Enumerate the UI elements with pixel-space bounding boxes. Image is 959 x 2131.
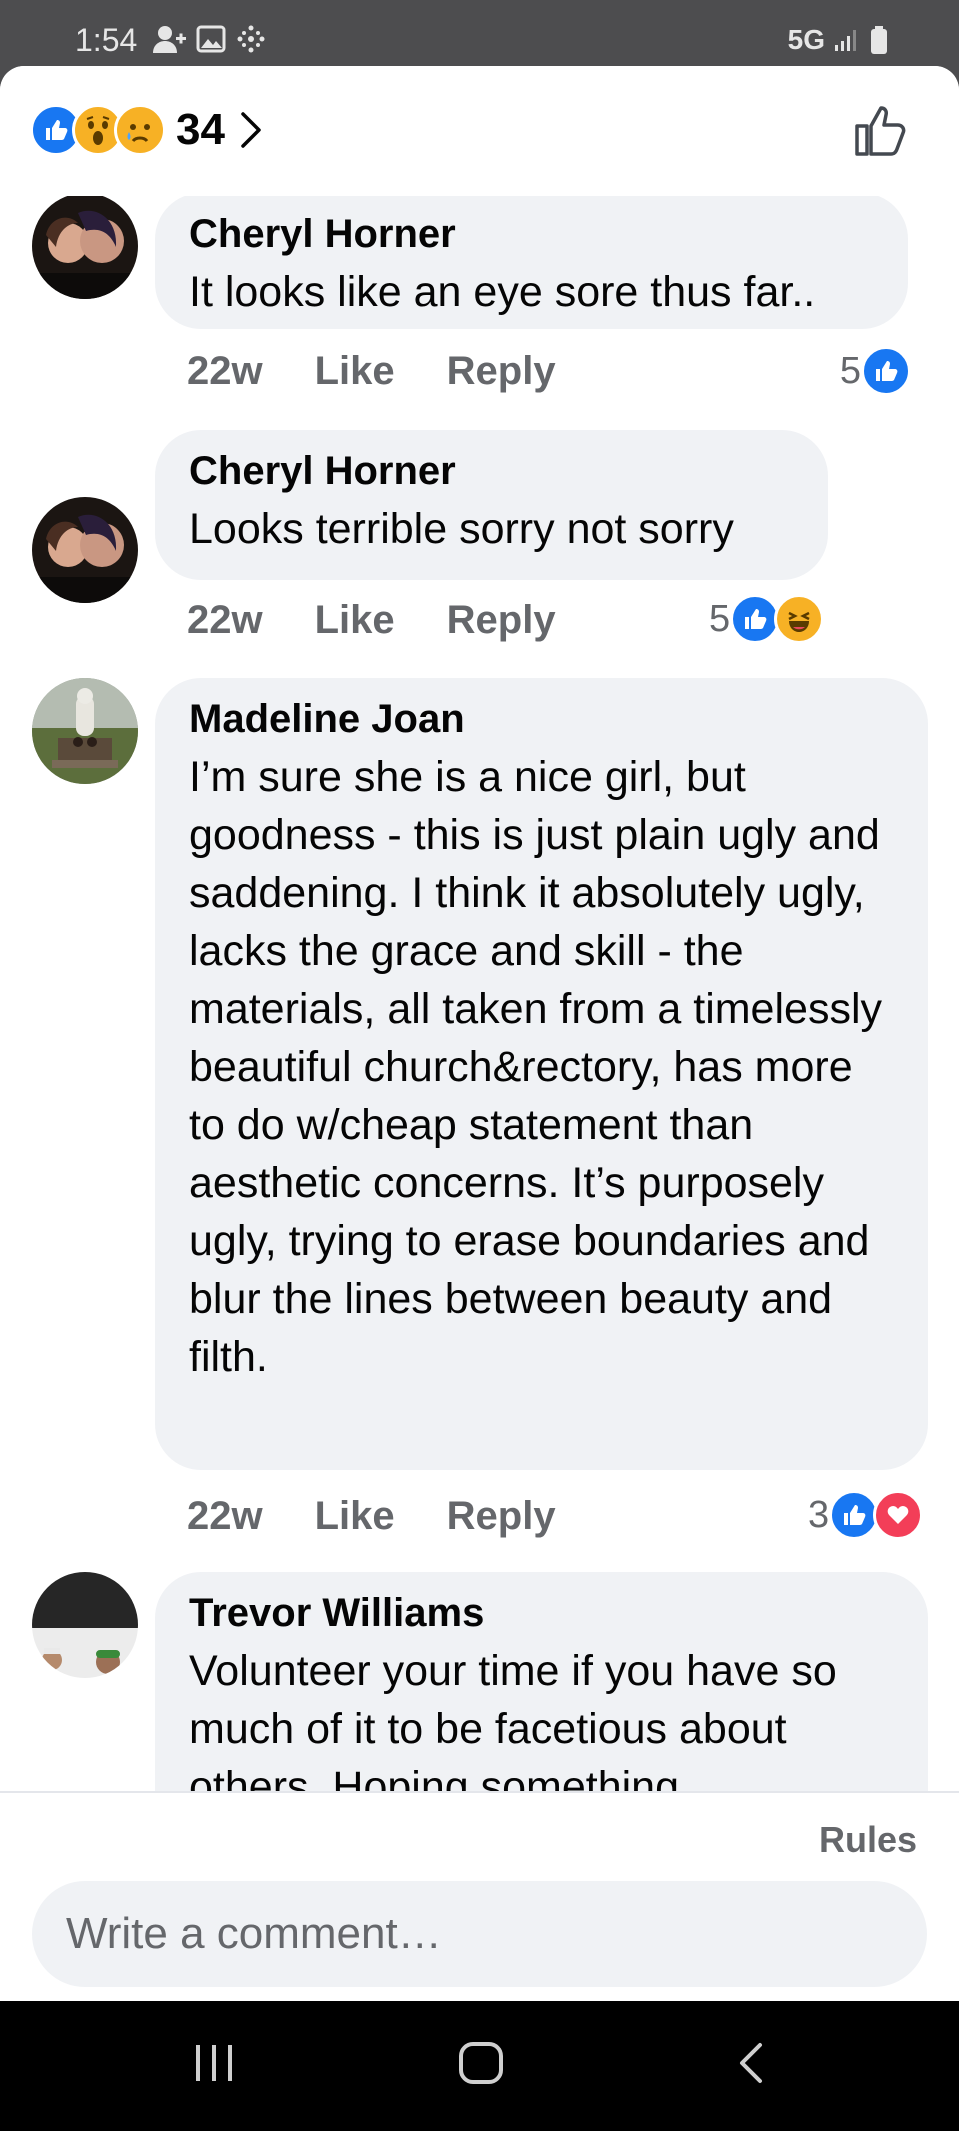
system-nav-bar xyxy=(0,2001,959,2131)
reply-link[interactable]: Reply xyxy=(447,1494,556,1539)
reaction-total: 34 xyxy=(176,105,225,154)
chevron-right-icon xyxy=(241,112,261,148)
avatar[interactable] xyxy=(32,193,138,299)
dots-grid-icon xyxy=(237,25,265,53)
reactions-summary[interactable]: 34 xyxy=(30,104,263,156)
comment-author[interactable]: Madeline Joan xyxy=(189,690,894,748)
comments-sheet: Cheryl Horner It looks like an eye sore … xyxy=(0,66,959,2001)
comment-author[interactable]: Cheryl Horner xyxy=(189,442,794,500)
comment-author[interactable]: Trevor Williams xyxy=(189,1584,894,1642)
avatar[interactable] xyxy=(32,678,138,784)
reply-link[interactable]: Reply xyxy=(447,598,556,643)
love-reaction-icon xyxy=(873,1490,924,1540)
comment-bubble[interactable]: Trevor Williams Volunteer your time if y… xyxy=(155,1572,928,1791)
reactions-header: 34 xyxy=(0,66,959,196)
comment-bubble[interactable]: Madeline Joan I’m sure she is a nice gir… xyxy=(155,678,928,1470)
reaction-count: 5 xyxy=(839,349,861,392)
comment-actions: 22w Like Reply xyxy=(187,349,556,394)
like-reaction-icon xyxy=(829,1490,880,1540)
comment-reactions[interactable]: 5 xyxy=(709,594,825,644)
like-link[interactable]: Like xyxy=(315,598,395,643)
comment-time[interactable]: 22w xyxy=(187,598,263,643)
signal-icon xyxy=(835,30,856,51)
home-icon xyxy=(459,2042,503,2084)
comment-text: Volunteer your time if you have so much … xyxy=(189,1647,837,1791)
like-link[interactable]: Like xyxy=(315,1494,395,1539)
battery-icon xyxy=(871,26,887,54)
status-bar: 1:54 5G xyxy=(0,0,959,66)
status-time: 1:54 xyxy=(75,22,138,58)
comment-actions: 22w Like Reply xyxy=(187,1494,556,1539)
reply-link[interactable]: Reply xyxy=(447,349,556,394)
comment-text: I’m sure she is a nice girl, but goodnes… xyxy=(189,753,882,1381)
like-reaction-icon xyxy=(861,346,911,396)
home-button[interactable] xyxy=(458,2041,504,2090)
thumbs-up-icon xyxy=(855,106,906,156)
status-right: 5G xyxy=(788,24,889,56)
gallery-icon xyxy=(196,25,226,53)
comment-input[interactable] xyxy=(32,1881,927,1987)
reaction-count: 3 xyxy=(808,1493,830,1536)
comment-time[interactable]: 22w xyxy=(187,1494,263,1539)
comments-list[interactable]: Cheryl Horner It looks like an eye sore … xyxy=(0,66,959,1791)
comment-author[interactable]: Cheryl Horner xyxy=(189,205,874,263)
comment-bubble[interactable]: Cheryl Horner It looks like an eye sore … xyxy=(155,193,908,329)
comment-bubble[interactable]: Cheryl Horner Looks terrible sorry not s… xyxy=(155,430,828,580)
back-button[interactable] xyxy=(736,2041,766,2090)
avatar[interactable] xyxy=(32,497,138,603)
comment-time[interactable]: 22w xyxy=(187,349,263,394)
recent-apps-button[interactable] xyxy=(192,2041,236,2090)
like-link[interactable]: Like xyxy=(315,349,395,394)
like-post-button[interactable] xyxy=(853,102,909,163)
comment-text: It looks like an eye sore thus far.. xyxy=(189,268,816,316)
haha-reaction-icon xyxy=(774,594,825,644)
add-person-icon xyxy=(153,26,186,53)
back-icon xyxy=(740,2043,762,2083)
comment-composer: Rules xyxy=(0,1791,959,2001)
recent-apps-icon xyxy=(196,2045,232,2081)
comment-reactions[interactable]: 5 xyxy=(840,346,911,396)
comment-actions: 22w Like Reply xyxy=(187,598,556,643)
comment-text: Looks terrible sorry not sorry xyxy=(189,505,734,553)
network-label: 5G xyxy=(787,24,825,55)
like-reaction-icon xyxy=(730,594,781,644)
status-icons xyxy=(152,24,266,54)
sad-reaction-icon xyxy=(114,104,166,156)
comment-reactions[interactable]: 3 xyxy=(808,1490,924,1540)
rules-link[interactable]: Rules xyxy=(819,1819,917,1861)
avatar[interactable] xyxy=(32,1572,138,1678)
reaction-count: 5 xyxy=(709,597,731,640)
